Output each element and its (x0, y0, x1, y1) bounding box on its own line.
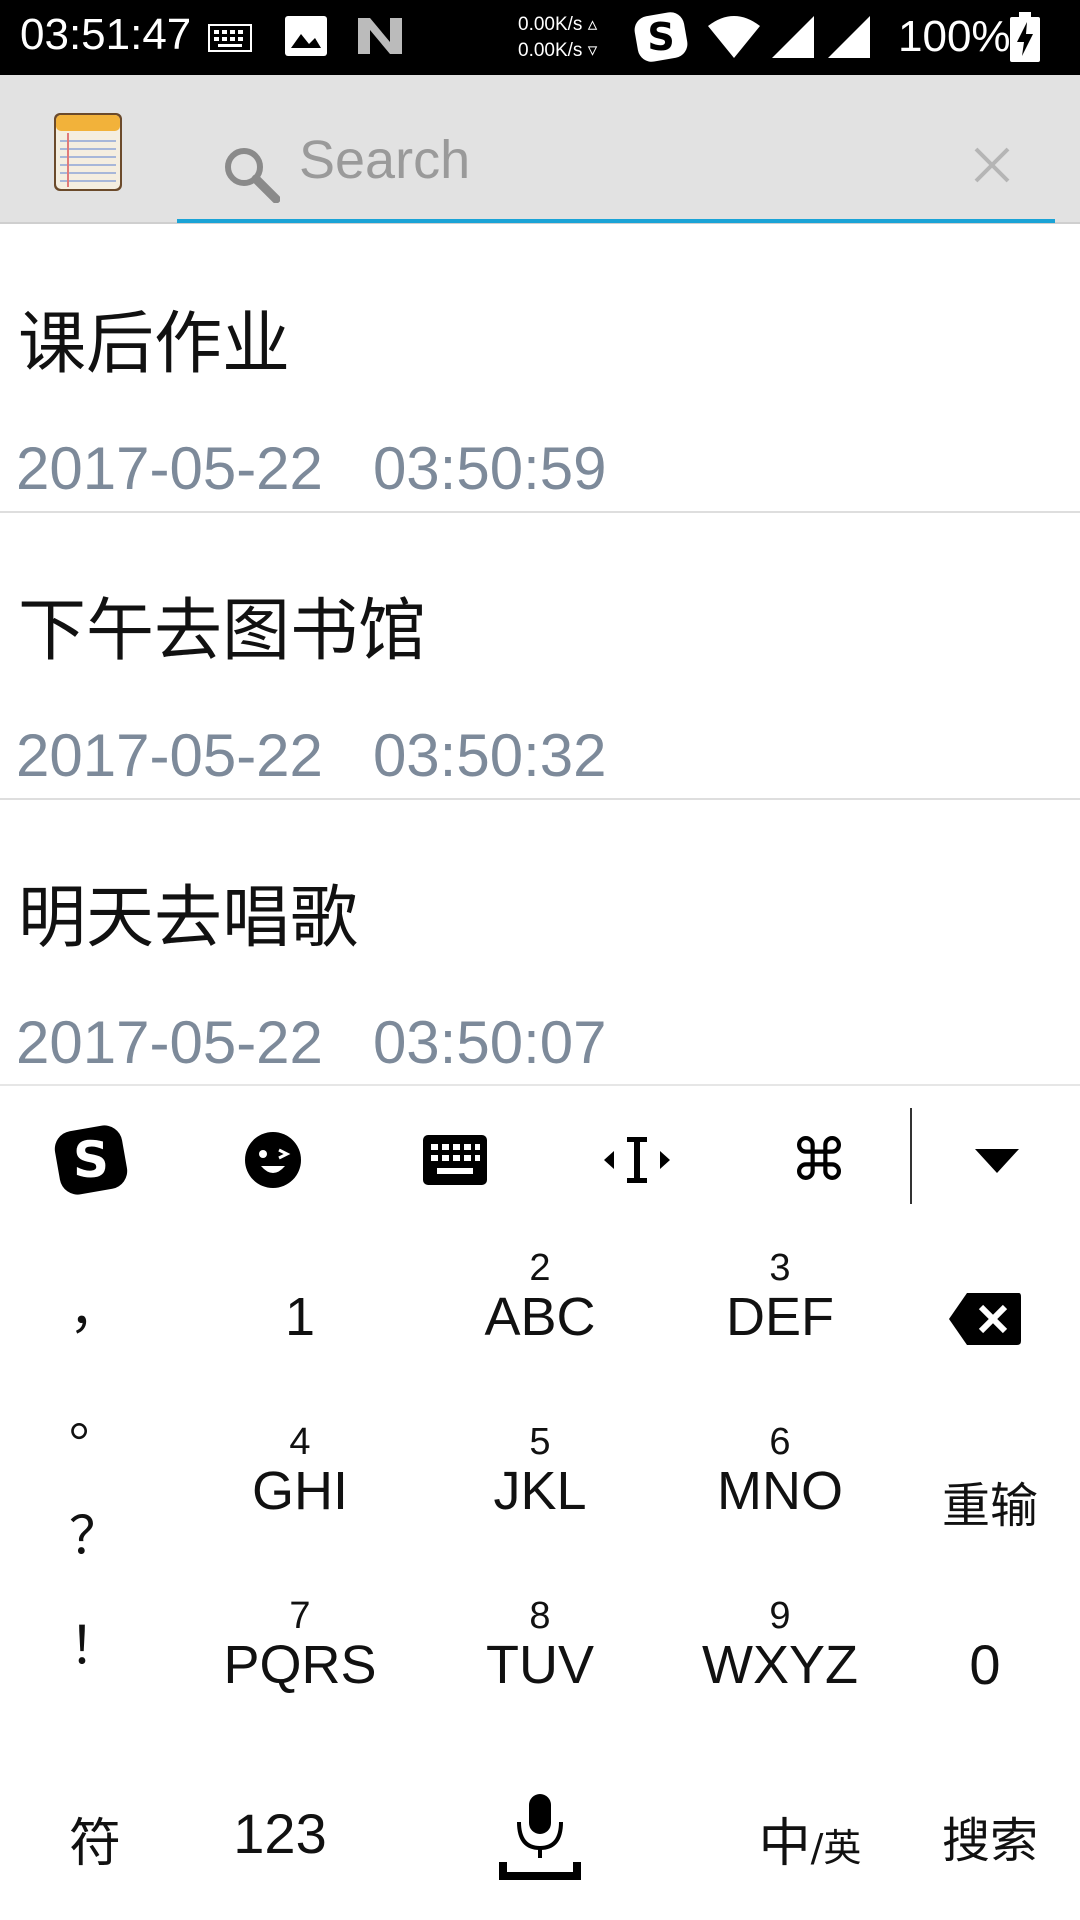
sogou-icon: S (632, 10, 690, 68)
n-icon (356, 16, 404, 60)
app-toolbar (0, 75, 1080, 224)
command-icon[interactable]: ⌘ (774, 1120, 864, 1200)
note-title: 课后作业 (18, 305, 291, 384)
key-7-pqrs[interactable]: 7 PQRS (200, 1596, 400, 1694)
svg-text:S: S (647, 15, 674, 59)
status-bar: 03:51:47 0.00K/s ▵ 0.00K/s ▿ S 100% (0, 0, 1080, 75)
key-6-mno[interactable]: 6 MNO (690, 1422, 870, 1520)
image-icon (285, 16, 327, 60)
list-item[interactable]: 课后作业 2017-05-22 03:50:59 (0, 226, 1080, 513)
punct-key-exclaim[interactable]: ！ (60, 1604, 130, 1679)
note-title: 下午去图书馆 (18, 592, 427, 671)
list-item[interactable]: 下午去图书馆 2017-05-22 03:50:32 (0, 513, 1080, 800)
emoji-icon[interactable] (228, 1120, 318, 1200)
network-speed: 0.00K/s ▵ 0.00K/s ▿ (518, 14, 598, 61)
collapse-icon[interactable] (952, 1120, 1042, 1200)
note-title: 明天去唱歌 (18, 879, 359, 958)
symbols-button[interactable]: 符 (40, 1801, 150, 1876)
key-0[interactable]: 0 (940, 1632, 1030, 1697)
reenter-button[interactable]: 重输 (920, 1466, 1060, 1536)
cursor-icon[interactable] (592, 1120, 682, 1200)
search-icon (222, 145, 281, 207)
punct-key-period[interactable]: 。 (60, 1376, 130, 1451)
note-timestamp: 2017-05-22 03:50:32 (16, 722, 607, 789)
sogou-logo-icon[interactable]: S (46, 1120, 136, 1200)
key-8-tuv[interactable]: 8 TUV (450, 1596, 630, 1694)
notes-list: 课后作业 2017-05-22 03:50:59 下午去图书馆 2017-05-… (0, 226, 1080, 1087)
key-9-wxyz[interactable]: 9 WXYZ (680, 1596, 880, 1694)
soft-keyboard: S ⌘ ， 。 ？ ！ 1 2 ABC 3 DEF 4 GHI 5 JKL 6 … (0, 1084, 1080, 1920)
signal-icon (826, 14, 872, 64)
keyboard-toolbar: S ⌘ (0, 1086, 1080, 1226)
microphone-icon[interactable] (490, 1794, 590, 1894)
search-input[interactable] (297, 125, 897, 195)
battery-percent: 100% (898, 12, 1011, 61)
key-3-def[interactable]: 3 DEF (690, 1248, 870, 1346)
backspace-icon[interactable] (940, 1291, 1030, 1351)
key-1[interactable]: 1 (220, 1248, 380, 1346)
battery-charging-icon (1010, 12, 1040, 66)
search-key-button[interactable]: 搜索 (920, 1801, 1060, 1871)
signal-icon (770, 14, 816, 64)
numeric-button[interactable]: 123 (200, 1801, 360, 1866)
close-icon[interactable] (972, 145, 1012, 189)
keyboard-icon (208, 24, 252, 56)
notepad-icon[interactable] (52, 109, 124, 193)
wifi-icon (706, 14, 762, 64)
language-switch-button[interactable]: 中/英 (730, 1801, 890, 1876)
key-5-jkl[interactable]: 5 JKL (450, 1422, 630, 1520)
keyboard-icon[interactable] (410, 1120, 500, 1200)
search-bar (177, 95, 1055, 223)
key-4-ghi[interactable]: 4 GHI (210, 1422, 390, 1520)
toolbar-divider (910, 1108, 912, 1204)
punct-key-question[interactable]: ？ (60, 1494, 130, 1569)
list-item[interactable]: 明天去唱歌 2017-05-22 03:50:07 (0, 800, 1080, 1087)
note-timestamp: 2017-05-22 03:50:59 (16, 435, 607, 502)
punct-key-comma[interactable]: ， (60, 1268, 130, 1343)
note-timestamp: 2017-05-22 03:50:07 (16, 1009, 607, 1076)
status-time: 03:51:47 (20, 10, 192, 59)
svg-text:S: S (73, 1131, 109, 1189)
key-2-abc[interactable]: 2 ABC (450, 1248, 630, 1346)
